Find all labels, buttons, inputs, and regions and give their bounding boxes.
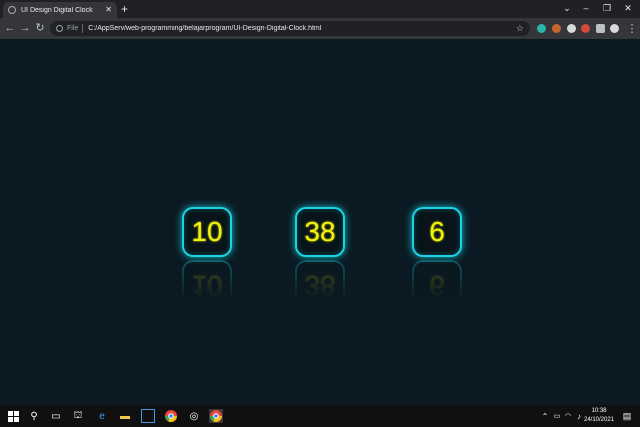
scheme-label: File <box>67 25 79 32</box>
store-icon[interactable]: ⛫ <box>71 409 85 423</box>
minutes-value: 38 <box>304 216 336 247</box>
chrome-active-icon[interactable] <box>209 409 223 423</box>
close-window-button[interactable]: ✕ <box>618 1 638 15</box>
hours-reflection-value: 10 <box>191 270 223 301</box>
taskbar: ⚲ ▭ ⛫ e ▬ ◎ ⌃ ▭ ◠ ♪ 10:38 24/10/2021 ▤ <box>0 405 640 427</box>
globe-icon <box>8 6 16 14</box>
divider <box>82 24 84 33</box>
seconds-reflection-value: 6 <box>429 270 445 301</box>
chrome-icon[interactable] <box>164 409 178 423</box>
extension-icon[interactable] <box>567 24 576 33</box>
obs-icon[interactable]: ◎ <box>187 409 201 423</box>
extension-icon[interactable] <box>537 24 546 33</box>
seconds-reflection: 6 <box>412 260 462 310</box>
minimize-button[interactable]: – <box>576 1 596 15</box>
clock-page: 10 38 6 10 38 6 <box>0 39 640 405</box>
url-text[interactable]: C:/AppServ/web-programming/belajarprogra… <box>88 25 516 32</box>
app-icon[interactable] <box>141 409 155 423</box>
browser-toolbar: ← → ↻ File C:/AppServ/web-programming/be… <box>0 18 640 39</box>
forward-arrow-icon[interactable]: → <box>18 21 32 35</box>
back-arrow-icon[interactable]: ← <box>3 21 17 35</box>
minutes-box: 38 <box>295 207 345 257</box>
taskbar-date[interactable]: 24/10/2021 <box>583 417 615 424</box>
bookmark-star-icon[interactable]: ☆ <box>516 23 524 34</box>
hours-reflection: 10 <box>182 260 232 310</box>
seconds-box: 6 <box>412 207 462 257</box>
restore-button[interactable]: ❐ <box>597 1 617 15</box>
extension-icon[interactable] <box>581 24 590 33</box>
minutes-reflection-value: 38 <box>304 270 336 301</box>
hours-box: 10 <box>182 207 232 257</box>
minutes-reflection: 38 <box>295 260 345 310</box>
tab-title: UI Design Digital Clock <box>21 6 93 14</box>
close-tab-icon[interactable]: ✕ <box>105 6 112 14</box>
new-tab-button[interactable]: + <box>121 2 128 16</box>
info-icon[interactable] <box>56 25 63 32</box>
browser-tab-bar: UI Design Digital Clock ✕ + ⌄ – ❐ ✕ <box>0 0 640 18</box>
tab-search-icon[interactable]: ⌄ <box>557 1 577 15</box>
browser-tab[interactable]: UI Design Digital Clock ✕ <box>3 2 117 18</box>
screen: UI Design Digital Clock ✕ + ⌄ – ❐ ✕ ← → … <box>0 0 640 427</box>
windows-start-icon[interactable] <box>6 409 20 423</box>
avatar[interactable] <box>610 24 619 33</box>
more-menu-icon[interactable]: ⋮ <box>625 22 639 36</box>
reload-icon[interactable]: ↻ <box>33 21 47 35</box>
address-bar[interactable]: File C:/AppServ/web-programming/belajarp… <box>50 21 530 36</box>
task-view-icon[interactable]: ▭ <box>49 409 63 423</box>
taskbar-time[interactable]: 10:38 <box>586 408 612 415</box>
seconds-value: 6 <box>429 216 445 247</box>
puzzle-icon[interactable] <box>596 24 605 33</box>
notification-icon[interactable]: ▤ <box>620 409 634 423</box>
edge-icon[interactable]: e <box>95 409 109 423</box>
extension-icon[interactable] <box>552 24 561 33</box>
search-icon[interactable]: ⚲ <box>27 409 41 423</box>
file-explorer-icon[interactable]: ▬ <box>118 409 132 423</box>
hours-value: 10 <box>191 216 223 247</box>
